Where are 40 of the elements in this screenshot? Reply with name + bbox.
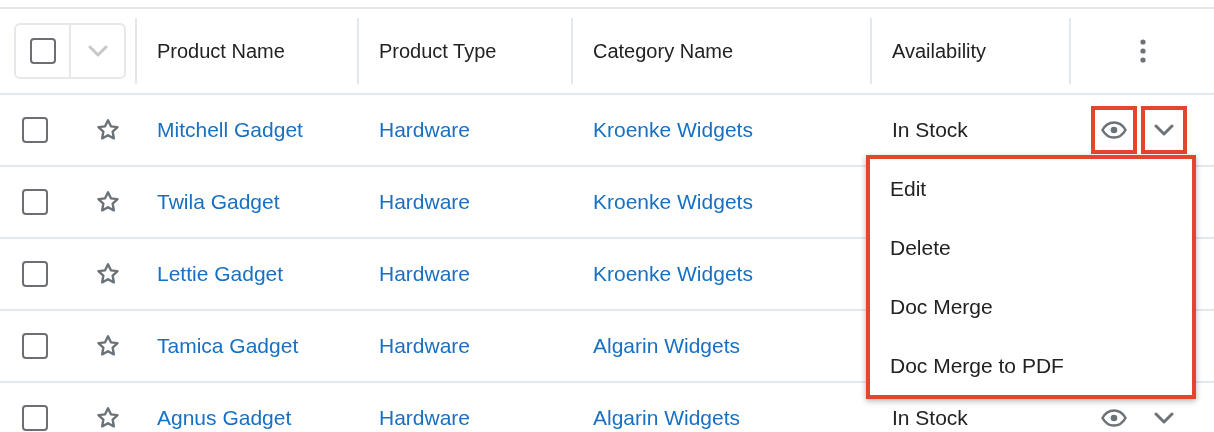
product-link[interactable]: Twila Gadget [157, 190, 280, 214]
type-link[interactable]: Hardware [379, 190, 471, 214]
availability-text: In Stock [892, 406, 968, 430]
kebab-icon [1139, 39, 1146, 63]
menu-item[interactable]: Edit [890, 176, 1172, 201]
eye-icon [1101, 409, 1127, 427]
column-header[interactable]: Product Type [379, 39, 497, 63]
product-link[interactable]: Lettie Gadget [157, 262, 284, 286]
checkbox[interactable] [22, 189, 48, 215]
select-all-control[interactable] [14, 23, 126, 79]
checkbox[interactable] [22, 333, 48, 359]
column-header[interactable]: Category Name [593, 39, 734, 63]
category-link[interactable]: Algarin Widgets [593, 406, 741, 430]
checkbox[interactable] [22, 117, 48, 143]
menu-item[interactable]: Delete [890, 235, 1172, 260]
category-link[interactable]: Kroenke Widgets [593, 190, 753, 214]
preview-button[interactable] [1091, 106, 1137, 154]
menu-item[interactable]: Doc Merge to PDF [890, 353, 1172, 378]
product-link[interactable]: Mitchell Gadget [157, 118, 303, 142]
type-link[interactable]: Hardware [379, 262, 471, 286]
category-link[interactable]: Kroenke Widgets [593, 262, 753, 286]
column-header[interactable]: Product Name [157, 39, 285, 63]
type-link[interactable]: Hardware [379, 334, 471, 358]
product-link[interactable]: Agnus Gadget [157, 406, 292, 430]
column-header[interactable]: Availability [892, 39, 987, 63]
category-link[interactable]: Kroenke Widgets [593, 118, 753, 142]
menu-item[interactable]: Doc Merge [890, 294, 1172, 319]
eye-icon [1101, 121, 1127, 139]
actions-dropdown-button[interactable] [1141, 106, 1187, 154]
type-link[interactable]: Hardware [379, 406, 471, 430]
type-link[interactable]: Hardware [379, 118, 471, 142]
checkbox[interactable] [29, 38, 56, 64]
checkbox[interactable] [22, 261, 48, 287]
product-link[interactable]: Tamica Gadget [157, 334, 299, 358]
category-link[interactable]: Algarin Widgets [593, 334, 741, 358]
chevron-icon [1154, 412, 1174, 424]
chevron-icon [1154, 124, 1174, 136]
availability-text: In Stock [892, 118, 968, 142]
chevron-icon [87, 45, 108, 57]
checkbox[interactable] [22, 405, 48, 431]
